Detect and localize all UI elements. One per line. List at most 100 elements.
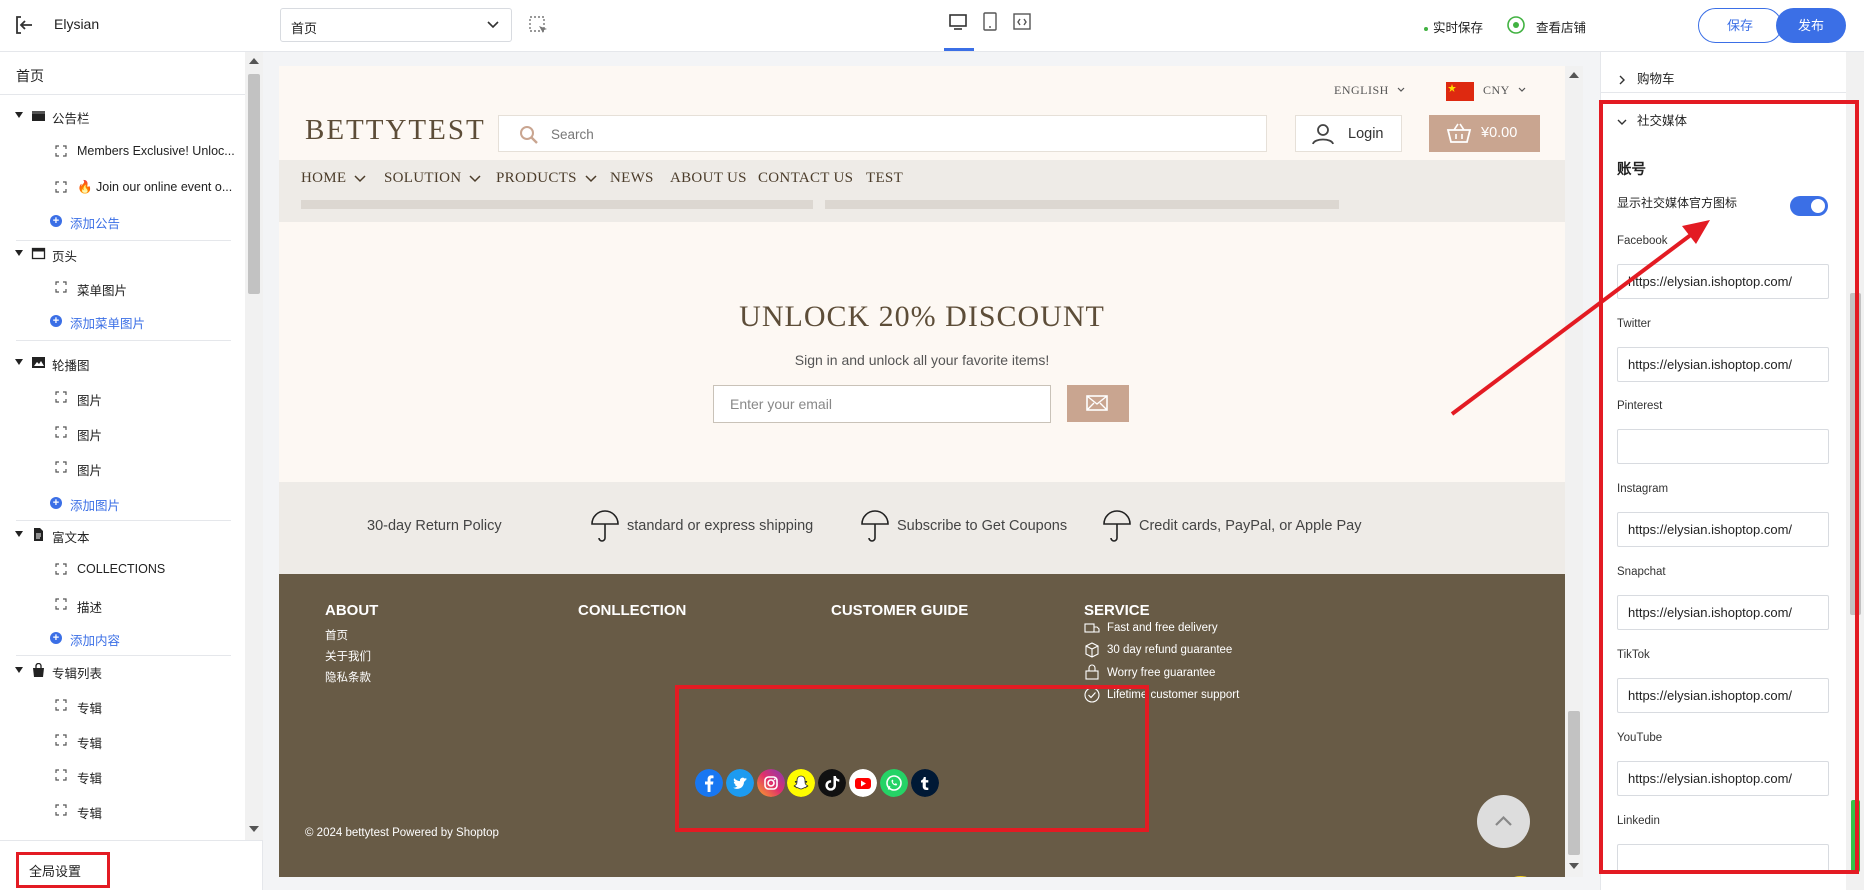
canvas-scrollbar-thumb[interactable] — [1568, 711, 1580, 855]
tree-item[interactable]: COLLECTIONS — [0, 556, 245, 584]
email-submit-button[interactable] — [1067, 385, 1129, 422]
block-icon — [55, 426, 67, 438]
save-button[interactable]: 保存 — [1698, 8, 1782, 43]
desktop-view-icon[interactable] — [946, 10, 970, 34]
footer-service-title: SERVICE — [1084, 602, 1150, 619]
view-store-link[interactable]: 查看店铺 — [1536, 17, 1586, 36]
nav-products[interactable]: PRODUCTS — [496, 170, 597, 187]
facebook-url-field[interactable]: https://elysian.ishoptop.com/ — [1617, 264, 1829, 299]
section-cart[interactable]: 购物车 — [1617, 68, 1675, 87]
nav-news[interactable]: NEWS — [610, 170, 654, 187]
tree-item[interactable]: 图片 — [0, 384, 245, 412]
tree-item[interactable]: 图片 — [0, 454, 245, 482]
tree-group-announcement[interactable]: 公告栏 — [0, 102, 245, 130]
currency-selector[interactable]: CNY — [1483, 83, 1526, 98]
caret-down-icon[interactable] — [15, 359, 23, 365]
global-settings-button[interactable]: 全局设置 — [16, 852, 110, 888]
select-tool-icon[interactable] — [528, 15, 550, 37]
back-to-top-button[interactable] — [1477, 795, 1530, 848]
footer-link[interactable]: 关于我们 — [325, 648, 371, 664]
caret-down-icon[interactable] — [15, 112, 23, 118]
scroll-up-arrow-icon[interactable] — [249, 58, 259, 64]
nav-solution[interactable]: SOLUTION — [384, 170, 481, 187]
nav-test[interactable]: TEST — [866, 170, 903, 187]
footer-link[interactable]: 隐私条款 — [325, 669, 371, 685]
scroll-down-arrow-icon[interactable] — [249, 826, 259, 832]
bag-icon — [33, 663, 44, 677]
store-search-input[interactable]: Search — [498, 115, 1267, 152]
announcement-icon — [32, 111, 45, 121]
tree-item[interactable]: 图片 — [0, 419, 245, 447]
tree-item-label: Members Exclusive! Unloc... — [77, 144, 235, 158]
tree-group-header[interactable]: 页头 — [0, 240, 245, 268]
tiktok-url-field[interactable]: https://elysian.ishoptop.com/ — [1617, 678, 1829, 713]
tree-item[interactable]: 菜单图片 — [0, 274, 245, 302]
twitter-icon[interactable] — [726, 769, 754, 797]
facebook-icon[interactable] — [695, 769, 723, 797]
scroll-down-arrow-icon[interactable] — [1569, 862, 1579, 870]
block-icon — [55, 181, 67, 193]
tree-group-slideshow[interactable]: 轮播图 — [0, 349, 245, 377]
tree-item[interactable]: 专辑 — [0, 727, 245, 755]
footer-link[interactable]: 首页 — [325, 627, 348, 643]
instagram-url-field[interactable]: https://elysian.ishoptop.com/ — [1617, 512, 1829, 547]
tree-item[interactable]: 专辑 — [0, 797, 245, 825]
cart-button[interactable]: ¥0.00 — [1429, 115, 1540, 152]
caret-down-icon[interactable] — [15, 667, 23, 673]
login-button[interactable]: Login — [1295, 115, 1402, 152]
tumblr-icon[interactable] — [911, 769, 939, 797]
settings-panel: 购物车 社交媒体 账号 显示社交媒体官方图标 Facebook https://… — [1600, 52, 1864, 890]
tiktok-icon[interactable] — [818, 769, 846, 797]
tree-item-label: 🔥 Join our online event o... — [77, 180, 233, 194]
eye-icon[interactable] — [1506, 15, 1526, 35]
block-icon — [55, 563, 67, 575]
tree-item-label: 描述 — [77, 601, 103, 615]
language-selector[interactable]: ENGLISH — [1334, 83, 1405, 98]
caret-down-icon[interactable] — [15, 531, 23, 537]
store-logo[interactable]: BETTYTEST — [305, 114, 486, 147]
add-image-button[interactable]: + 添加图片 — [0, 489, 245, 517]
caret-down-icon[interactable] — [15, 250, 23, 256]
tablet-view-icon[interactable] — [978, 10, 1002, 34]
youtube-icon[interactable] — [849, 769, 877, 797]
settings-scrollbar-thumb[interactable] — [1850, 293, 1861, 615]
left-scrollbar-thumb[interactable] — [248, 74, 260, 294]
snapchat-icon[interactable] — [787, 769, 815, 797]
service-item: 30 day refund guarantee — [1107, 644, 1233, 656]
page-select[interactable]: 首页 — [280, 8, 512, 42]
email-input[interactable]: Enter your email — [713, 385, 1051, 423]
show-official-icons-toggle[interactable] — [1790, 196, 1828, 216]
umbrella-icon — [591, 510, 619, 542]
feature-shipping: standard or express shipping — [627, 518, 814, 534]
snapchat-url-field[interactable]: https://elysian.ishoptop.com/ — [1617, 595, 1829, 630]
tree-item[interactable]: 专辑 — [0, 762, 245, 790]
show-official-icons-label: 显示社交媒体官方图标 — [1617, 196, 1738, 210]
tree-item[interactable]: 🔥 Join our online event o... — [0, 174, 245, 202]
pinterest-url-field[interactable] — [1617, 429, 1829, 464]
youtube-url-field[interactable]: https://elysian.ishoptop.com/ — [1617, 761, 1829, 796]
store-footer: ABOUT 首页 关于我们 隐私条款 CONLLECTION CUSTOMER … — [279, 574, 1565, 877]
add-content-button[interactable]: + 添加内容 — [0, 624, 245, 652]
tree-group-rich-text[interactable]: 富文本 — [0, 521, 245, 549]
chat-button[interactable] — [1500, 876, 1541, 877]
whatsapp-icon[interactable] — [880, 769, 908, 797]
add-menu-image-button[interactable]: + 添加菜单图片 — [0, 307, 245, 335]
nav-home[interactable]: HOME — [301, 170, 366, 187]
scroll-up-arrow-icon[interactable] — [1569, 71, 1579, 79]
linkedin-url-field[interactable] — [1617, 844, 1829, 874]
exit-icon[interactable] — [12, 13, 36, 37]
tree-item[interactable]: 专辑 — [0, 692, 245, 720]
code-view-icon[interactable] — [1010, 10, 1034, 34]
nav-label: PRODUCTS — [496, 170, 577, 186]
section-social-media[interactable]: 社交媒体 — [1617, 110, 1687, 129]
tree-item[interactable]: Members Exclusive! Unloc... — [0, 138, 245, 166]
twitter-url-field[interactable]: https://elysian.ishoptop.com/ — [1617, 347, 1829, 382]
block-icon — [55, 281, 67, 293]
nav-contact-us[interactable]: CONTACT US — [758, 170, 853, 187]
instagram-icon[interactable] — [757, 769, 785, 797]
publish-button[interactable]: 发布 — [1776, 8, 1846, 43]
tree-group-collection-list[interactable]: 专辑列表 — [0, 657, 245, 685]
add-announcement-button[interactable]: + 添加公告 — [0, 207, 245, 235]
nav-about-us[interactable]: ABOUT US — [670, 170, 747, 187]
tree-item[interactable]: 描述 — [0, 591, 245, 619]
